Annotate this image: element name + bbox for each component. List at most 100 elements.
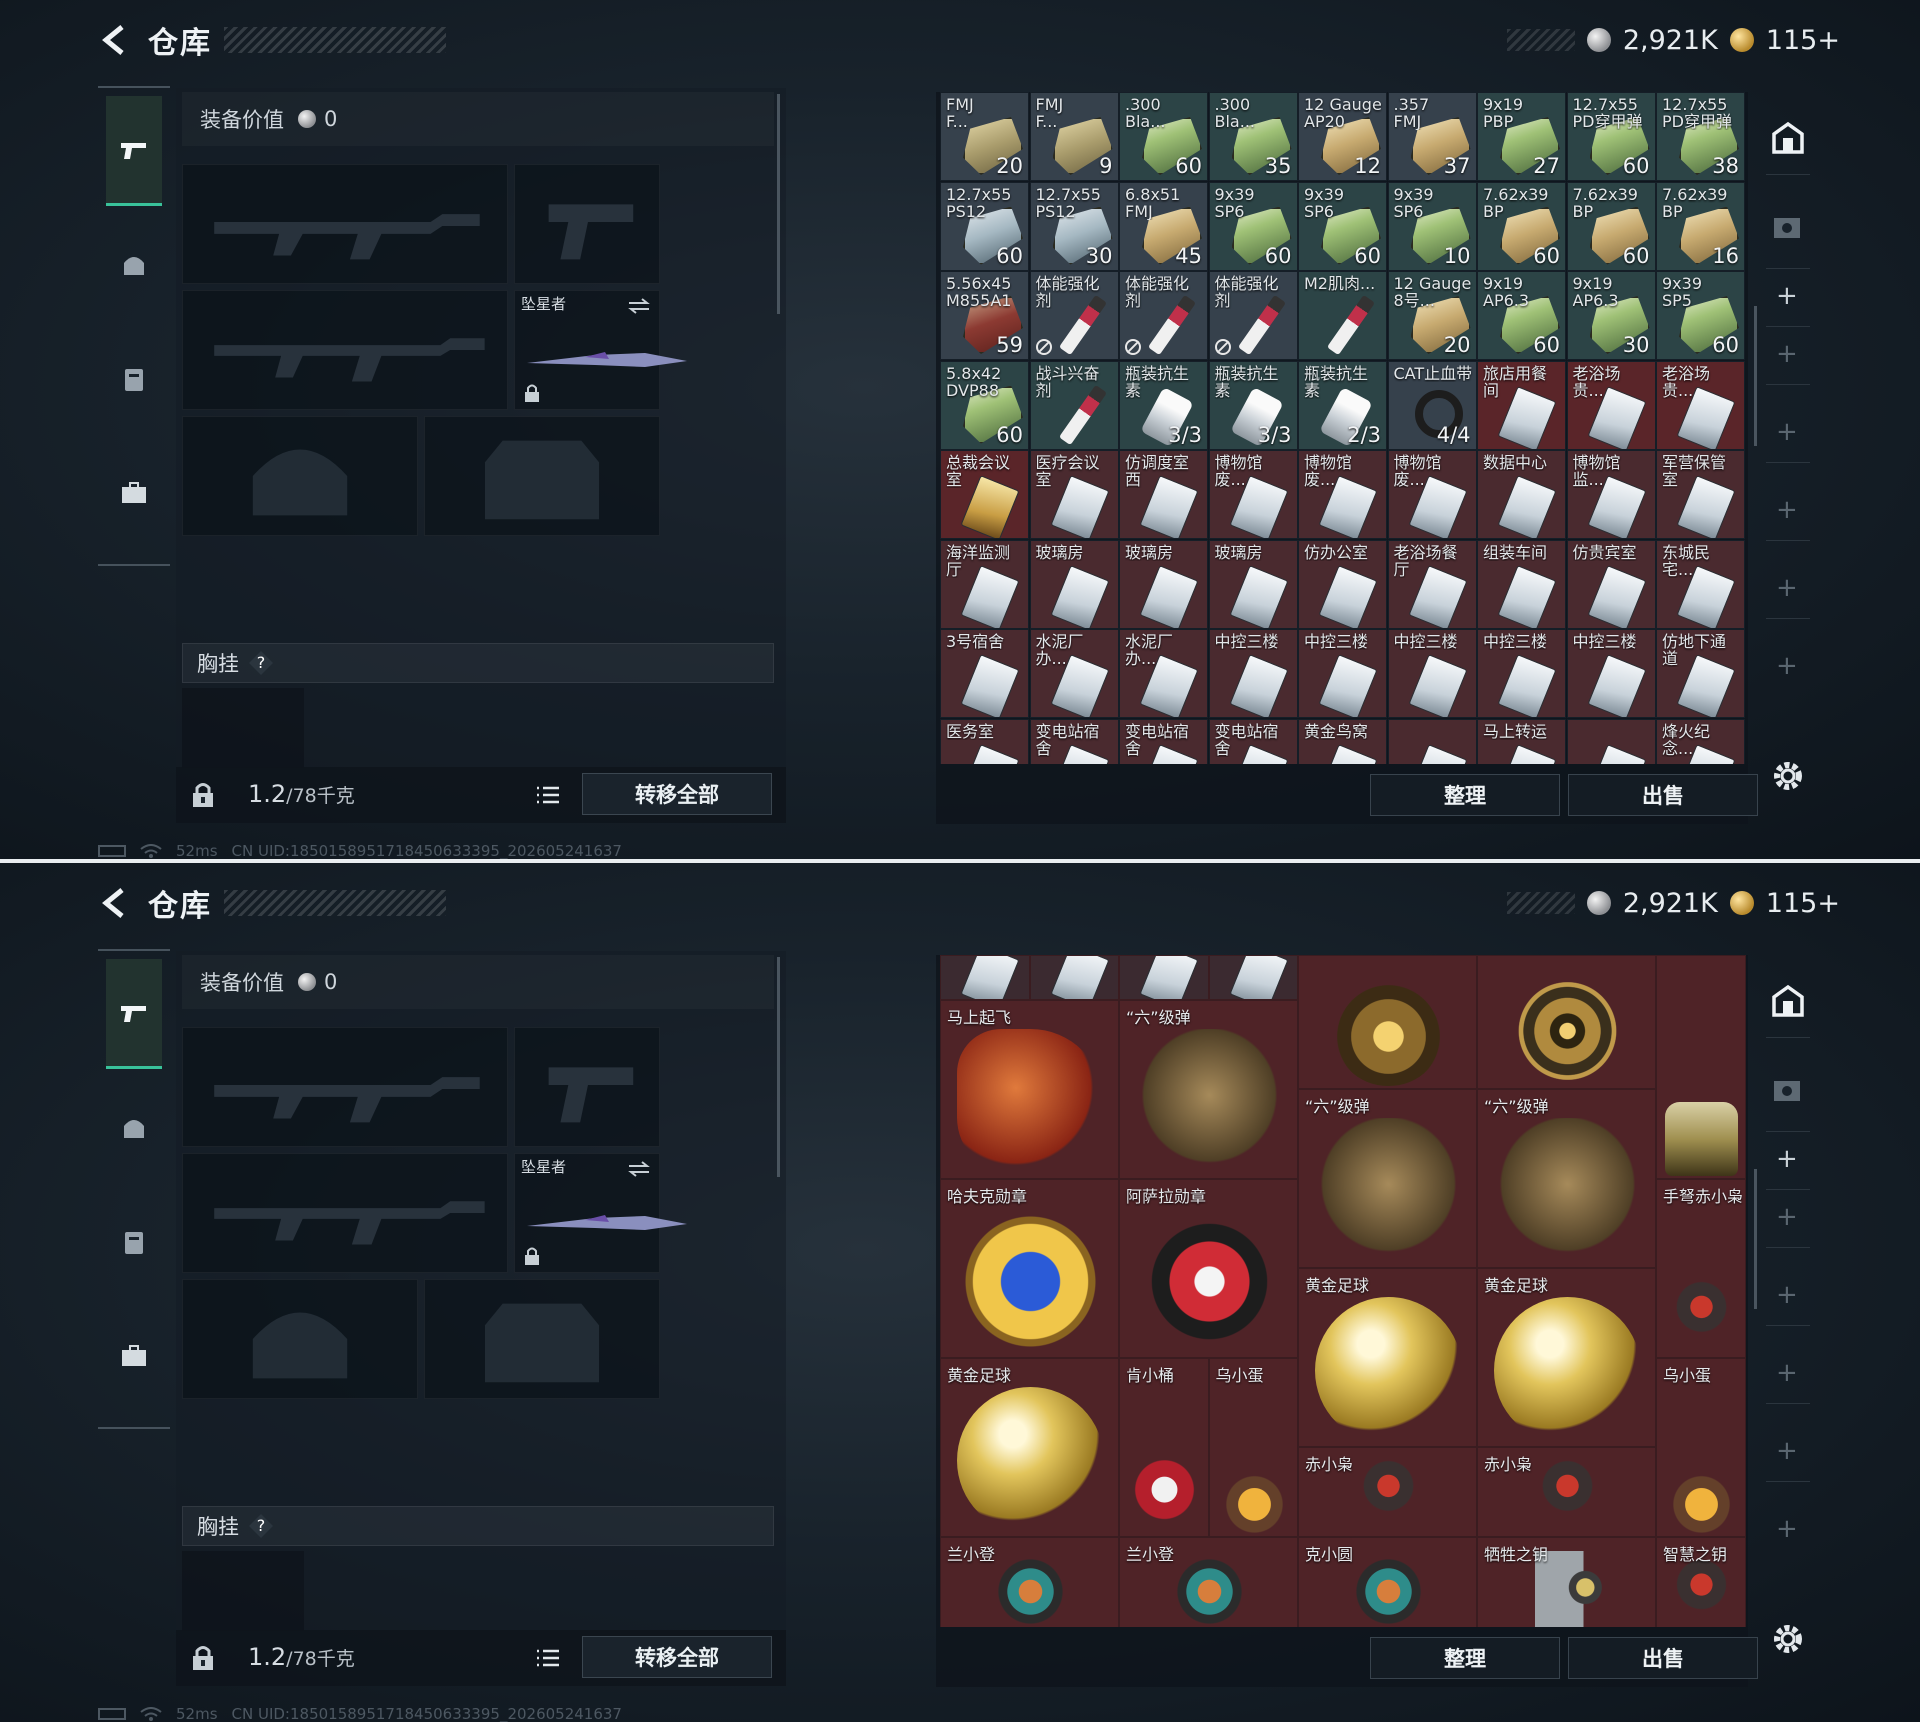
sell-button[interactable]: 出售 [1568,774,1758,816]
stash-item[interactable]: 水泥厂办... [1029,629,1119,718]
stash-home-icon[interactable] [1770,120,1806,156]
sort-button[interactable]: 整理 [1370,1637,1560,1679]
stash-item[interactable]: 9x19 AP6.3 60 [1477,271,1566,360]
back-arrow-icon[interactable] [98,23,132,57]
stash-item[interactable]: 仿地下通道 [1656,629,1745,718]
stash-item[interactable]: 6.8x51 FMJ 45 [1119,181,1208,271]
silver-amount[interactable]: 2,921K [1623,888,1718,919]
stash-item[interactable]: 中控三楼 [1387,629,1477,718]
stash-item[interactable]: CAT止血带 4/4 [1387,360,1477,450]
stash-item[interactable]: 仿贵宾室 [1566,539,1656,629]
armor-slot[interactable] [424,416,660,536]
collectible-item[interactable]: 阿萨拉勋章 [1119,1178,1298,1358]
stash-item[interactable]: .300 Bla... BCP FMJ 60 [1119,92,1208,181]
gear-icon[interactable] [1770,758,1806,794]
add-stash-plus-icon[interactable]: + [1776,575,1798,601]
stash-item[interactable]: .300 Bla... BCP FMJ 35 [1208,92,1298,181]
collectible-item[interactable] [1029,955,1119,1000]
transfer-all-button[interactable]: 转移全部 [582,773,772,815]
stash-item[interactable]: 组装车间 [1477,539,1566,629]
stash-item[interactable]: 烽火纪念... [1656,718,1745,764]
stash-item[interactable]: 玻璃房 [1208,539,1298,629]
help-icon[interactable]: ? [249,651,273,675]
collectible-item[interactable]: 手弩赤小枭 [1656,1178,1746,1358]
stash-item[interactable]: 医务室 [940,718,1029,764]
collectible-item[interactable]: 智慧之钥 [1656,1536,1746,1627]
collectible-item[interactable]: 马上起飞 [940,999,1119,1179]
collectible-item[interactable]: 肯小桶 [1119,1357,1209,1537]
equipment-scrollbar[interactable] [777,957,780,1177]
stash-item[interactable]: 瓶装抗生素 3/3 [1119,360,1208,450]
secondary-weapon-slot[interactable] [182,290,508,410]
stash-item[interactable] [1387,718,1477,764]
stash-item[interactable]: 3号宿舍 [940,629,1029,718]
stash-item[interactable]: 军营保管室 [1656,450,1745,539]
stash-item[interactable]: 体能强化剂 [1119,271,1208,360]
collectible-item[interactable] [1656,955,1746,1179]
sort-button[interactable]: 整理 [1370,774,1560,816]
chest-rig-slot[interactable] [182,688,304,768]
camera-stash-icon[interactable] [1770,1071,1806,1107]
stash-item[interactable]: 玻璃房 [1029,539,1119,629]
stash-item[interactable]: 东城民宅... [1656,539,1745,629]
collectible-item[interactable]: 赤小枭 [1477,1447,1656,1537]
add-stash-plus-icon[interactable]: + [1776,1282,1798,1308]
stash-item[interactable]: 博物馆废... [1208,450,1298,539]
camera-stash-icon[interactable] [1770,208,1806,244]
stash-item[interactable]: 马上转运 [1477,718,1566,764]
stash-item[interactable]: 7.62x39 BP 60 [1566,181,1656,271]
swap-icon[interactable] [627,1160,651,1178]
stash-item[interactable]: 9x39 SP6 60 [1208,181,1298,271]
padlock-icon[interactable] [190,781,216,809]
melee-slot[interactable]: 坠星者 [514,290,687,410]
stash-item[interactable]: 博物馆废... [1387,450,1477,539]
collectible-item[interactable]: 兰小登 [940,1536,1119,1627]
collectible-item[interactable] [940,955,1030,1000]
collectible-item[interactable] [1298,955,1477,1090]
melee-slot[interactable]: 坠星者 [514,1153,687,1273]
padlock-icon[interactable] [190,1644,216,1672]
list-view-button[interactable] [528,775,568,815]
stash-item[interactable]: FMJ F... 9 [1029,92,1119,181]
stash-item[interactable]: 12.7x55 PS12 60 [940,181,1029,271]
silver-amount[interactable]: 2,921K [1623,25,1718,56]
add-stash-plus-icon[interactable]: + [1776,1438,1798,1464]
helmet-slot[interactable] [182,1279,418,1399]
add-stash-plus-icon[interactable]: + [1776,497,1798,523]
stash-item[interactable]: 战斗兴奋剂 [1029,360,1119,450]
collectible-item[interactable]: 哈夫克勋章 [940,1178,1119,1358]
stash-item[interactable]: 瓶装抗生素 3/3 [1208,360,1298,450]
stash-item[interactable]: 5.56x45 M855A1 59 [940,271,1029,360]
stash-item[interactable]: 仿办公室 [1298,539,1387,629]
tab-backpack[interactable] [106,1301,162,1411]
tab-helmet[interactable] [106,210,162,320]
stash-item[interactable]: 中控三楼 [1208,629,1298,718]
stash-item[interactable]: 9x39 SP5 60 [1656,271,1745,360]
add-stash-plus-icon[interactable]: + [1776,1146,1798,1172]
tab-helmet[interactable] [106,1073,162,1183]
stash-item[interactable]: 变电站宿舍 [1119,718,1208,764]
collectible-item[interactable]: 赤小枭 [1298,1447,1477,1537]
stash-item[interactable]: 9x19 AP6.3 30 [1566,271,1656,360]
pistol-slot[interactable] [514,164,660,284]
stash-item[interactable]: 玻璃房 [1119,539,1208,629]
gold-amount[interactable]: 115+ [1766,888,1840,919]
gear-icon[interactable] [1770,1621,1806,1657]
collectible-item[interactable]: 黄金足球 [1298,1268,1477,1448]
add-stash-plus-icon[interactable]: + [1776,653,1798,679]
stash-home-icon[interactable] [1770,983,1806,1019]
tab-backpack[interactable] [106,438,162,548]
stash-item[interactable]: 数据中心 [1477,450,1566,539]
collectible-item[interactable]: 牺牲之钥 [1477,1536,1656,1627]
stash-item[interactable]: 12.7x55 PD穿甲弹头 38 [1656,92,1745,181]
stash-item[interactable]: .357 FMJ 37 [1387,92,1477,181]
collectible-item[interactable] [1477,955,1656,1090]
collectible-item[interactable] [1208,955,1298,1000]
tab-armor[interactable] [106,324,162,434]
stash-item[interactable]: 体能强化剂 [1208,271,1298,360]
stash-item[interactable]: 中控三楼 [1477,629,1566,718]
gold-amount[interactable]: 115+ [1766,25,1840,56]
collectible-item[interactable]: 克小圆 [1298,1536,1477,1627]
collectible-item[interactable] [1119,955,1209,1000]
list-view-button[interactable] [528,1638,568,1678]
